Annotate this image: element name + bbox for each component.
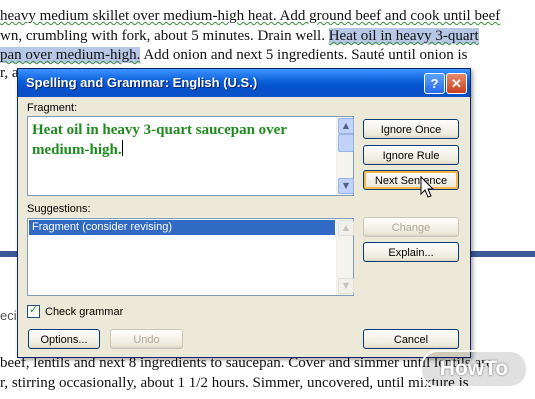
fragment-textbox[interactable]: Heat oil in heavy 3-quart saucepan over … xyxy=(27,116,354,196)
text-caret xyxy=(121,140,123,156)
dialog-titlebar[interactable]: Spelling and Grammar: English (U.S.) ? ✕ xyxy=(18,69,470,97)
mouse-pointer-icon xyxy=(420,176,435,198)
scroll-down-icon[interactable]: ▼ xyxy=(338,178,354,194)
ignore-rule-button[interactable]: Ignore Rule xyxy=(363,145,459,165)
doc-divider-right xyxy=(470,251,535,257)
help-button[interactable]: ? xyxy=(424,73,445,94)
doc-line-2: wn, crumbling with fork, about 5 minutes… xyxy=(0,28,479,44)
doc-line-1-text: heavy medium skillet over medium-high he… xyxy=(0,8,501,24)
dialog-title: Spelling and Grammar: English (U.S.) xyxy=(26,75,258,90)
doc-line-1: heavy medium skillet over medium-high he… xyxy=(0,8,500,25)
fragment-scrollbar[interactable]: ▲ ▼ xyxy=(336,117,354,195)
fragment-label: Fragment: xyxy=(27,102,78,114)
scroll-thumb[interactable] xyxy=(338,134,354,152)
explain-button[interactable]: Explain... xyxy=(363,242,459,262)
doc-line-3: pan over medium-high. Add onion and next… xyxy=(0,47,468,63)
scroll-up-icon[interactable]: ▲ xyxy=(338,118,354,134)
fragment-text: Heat oil in heavy 3-quart saucepan over … xyxy=(32,122,287,158)
options-button[interactable]: Options... xyxy=(28,329,100,349)
suggestions-label: Suggestions: xyxy=(27,203,91,215)
suggestions-list[interactable]: Fragment (consider revising) ▲ ▼ xyxy=(27,218,354,296)
doc-line-6: r, stirring occasionally, about 1 1/2 ho… xyxy=(0,375,469,391)
highlighted-fragment-start: Heat oil in heavy 3-quart xyxy=(328,28,479,44)
scroll-down-icon[interactable]: ▼ xyxy=(338,278,354,294)
next-sentence-button[interactable]: Next Sentence xyxy=(363,170,459,190)
spelling-grammar-dialog: Spelling and Grammar: English (U.S.) ? ✕… xyxy=(17,68,471,358)
close-button[interactable]: ✕ xyxy=(446,73,467,94)
help-icon: ? xyxy=(430,76,439,91)
change-button[interactable]: Change xyxy=(363,217,459,237)
cancel-button[interactable]: Cancel xyxy=(363,329,459,349)
check-grammar-checkbox[interactable]: ✓ xyxy=(27,303,40,318)
ignore-once-button[interactable]: Ignore Once xyxy=(363,119,459,139)
doc-line-4: r, a xyxy=(0,65,19,81)
close-icon: ✕ xyxy=(451,76,462,91)
suggestion-item[interactable]: Fragment (consider revising) xyxy=(29,220,335,235)
checkmark-icon: ✓ xyxy=(29,303,39,316)
check-grammar-label: Check grammar xyxy=(45,306,124,318)
howto-watermark: HowTo xyxy=(420,350,528,388)
scroll-up-icon[interactable]: ▲ xyxy=(338,220,354,236)
highlighted-fragment-end: pan over medium-high. xyxy=(0,47,141,63)
undo-button[interactable]: Undo xyxy=(110,329,183,349)
suggestions-scrollbar[interactable]: ▲ ▼ xyxy=(336,219,354,295)
